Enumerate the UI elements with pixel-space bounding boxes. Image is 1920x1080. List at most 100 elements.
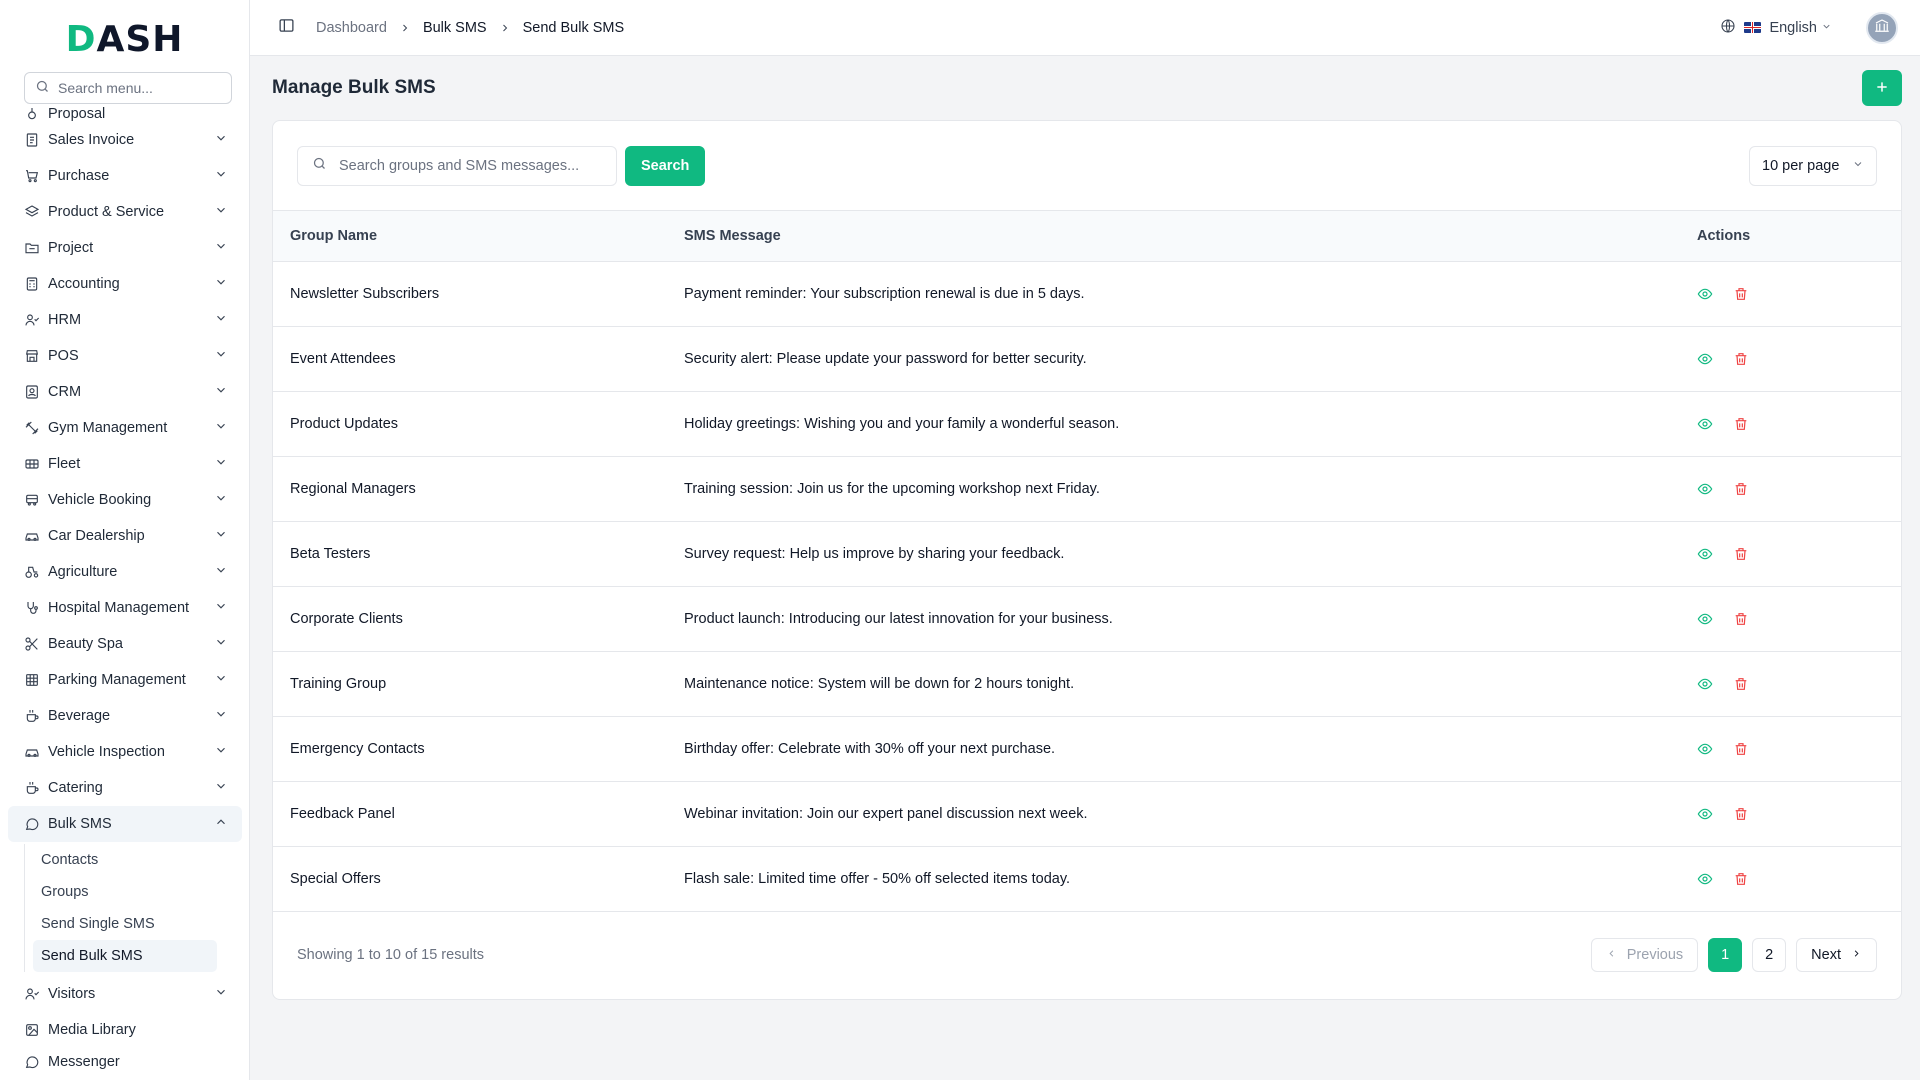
- sidebar-item-messenger[interactable]: Messenger: [8, 1048, 242, 1070]
- delete-icon[interactable]: [1733, 676, 1749, 692]
- actions-cell: [1680, 781, 1901, 846]
- submenu-item-send-bulk-sms[interactable]: Send Bulk SMS: [33, 940, 217, 972]
- sidebar-item-media-library[interactable]: Media Library: [8, 1012, 242, 1048]
- chevron-down-icon: [1852, 158, 1864, 174]
- column-group-name[interactable]: Group Name: [273, 211, 667, 262]
- chevron-down-icon: [1817, 20, 1832, 36]
- previous-page-button[interactable]: Previous: [1590, 937, 1699, 972]
- view-icon[interactable]: [1697, 676, 1713, 692]
- sidebar-item-beverage[interactable]: Beverage: [8, 698, 242, 734]
- page-header: Manage Bulk SMS: [272, 70, 1902, 106]
- breadcrumb-bulk-sms[interactable]: Bulk SMS: [423, 20, 487, 36]
- sidebar-item-hospital-management[interactable]: Hospital Management: [8, 590, 242, 626]
- view-icon[interactable]: [1697, 351, 1713, 367]
- sidebar-item-vehicle-booking[interactable]: Vehicle Booking: [8, 482, 242, 518]
- sms-message-cell: Payment reminder: Your subscription rene…: [684, 285, 1085, 302]
- view-icon[interactable]: [1697, 416, 1713, 432]
- sidebar-toggle-button[interactable]: [274, 16, 298, 40]
- sidebar-item-product-and-service[interactable]: Product & Service: [8, 194, 242, 230]
- table-row: Beta Testers Survey request: Help us impr…: [273, 521, 1901, 586]
- sidebar-item-catering[interactable]: Catering: [8, 770, 242, 806]
- delete-icon[interactable]: [1733, 286, 1749, 302]
- delete-icon[interactable]: [1733, 481, 1749, 497]
- actions-cell: [1680, 521, 1901, 586]
- sidebar-item-parking-management[interactable]: Parking Management: [8, 662, 242, 698]
- view-icon[interactable]: [1697, 806, 1713, 822]
- sidebar-search-input[interactable]: [58, 80, 218, 96]
- coffee-icon: [24, 780, 40, 796]
- sidebar-item-label: Fleet: [48, 456, 81, 472]
- image-icon: [24, 1022, 40, 1038]
- sms-message-cell: Holiday greetings: Wishing you and your …: [684, 415, 1120, 432]
- chevron-down-icon: [214, 743, 228, 761]
- delete-icon[interactable]: [1733, 546, 1749, 562]
- sidebar-item-visitors[interactable]: Visitors: [8, 976, 242, 1012]
- sidebar-item-purchase[interactable]: Purchase: [8, 158, 242, 194]
- bulk-sms-table: Group Name SMS Message Actions Newslette…: [273, 211, 1901, 912]
- actions-cell: [1680, 651, 1901, 716]
- next-page-button[interactable]: Next: [1796, 937, 1877, 972]
- submenu-item-send-single-sms[interactable]: Send Single SMS: [33, 908, 217, 940]
- sidebar-item-label: Car Dealership: [48, 528, 145, 544]
- per-page-select[interactable]: 10 per page: [1749, 145, 1877, 186]
- group-name-cell: Feedback Panel: [290, 805, 395, 822]
- sidebar-item-bulk-sms[interactable]: Bulk SMS: [8, 806, 242, 842]
- contact-card-icon: [24, 384, 40, 400]
- sidebar-item-agriculture[interactable]: Agriculture: [8, 554, 242, 590]
- table-row: Event Attendees Security alert: Please up…: [273, 326, 1901, 391]
- delete-icon[interactable]: [1733, 741, 1749, 757]
- sidebar-item-vehicle-inspection[interactable]: Vehicle Inspection: [8, 734, 242, 770]
- delete-icon[interactable]: [1733, 611, 1749, 627]
- user-avatar[interactable]: [1866, 11, 1898, 44]
- column-sms-message[interactable]: SMS Message: [667, 211, 1680, 262]
- view-icon[interactable]: [1697, 611, 1713, 627]
- sidebar-item-sales-invoice[interactable]: Sales Invoice: [8, 122, 242, 158]
- add-button[interactable]: [1862, 70, 1902, 106]
- chevron-down-icon: [214, 527, 228, 545]
- chevron-down-icon: [214, 275, 228, 293]
- language-selector[interactable]: English: [1720, 18, 1832, 38]
- sidebar-item-pos[interactable]: POS: [8, 338, 242, 374]
- submenu-item-contacts[interactable]: Contacts: [33, 844, 217, 876]
- group-name-cell: Newsletter Subscribers: [290, 285, 440, 302]
- sidebar-item-label: Bulk SMS: [48, 816, 112, 832]
- delete-icon[interactable]: [1733, 351, 1749, 367]
- chevron-right-icon: [1841, 947, 1862, 963]
- view-icon[interactable]: [1697, 741, 1713, 757]
- submenu-item-groups[interactable]: Groups: [33, 876, 217, 908]
- page-1-button[interactable]: 1: [1708, 937, 1743, 972]
- delete-icon[interactable]: [1733, 806, 1749, 822]
- sidebar-item-car-dealership[interactable]: Car Dealership: [8, 518, 242, 554]
- page-2-button[interactable]: 2: [1752, 937, 1787, 972]
- sidebar-item-fleet[interactable]: Fleet: [8, 446, 242, 482]
- main-area: Dashboard Bulk SMS Send Bulk SMS English: [250, 0, 1920, 1080]
- sidebar-item-project[interactable]: Project: [8, 230, 242, 266]
- view-icon[interactable]: [1697, 871, 1713, 887]
- chevron-down-icon: [214, 239, 228, 257]
- table-search-input[interactable]: [339, 157, 609, 174]
- delete-icon[interactable]: [1733, 416, 1749, 432]
- coffee-icon: [24, 708, 40, 724]
- chevron-down-icon: [214, 347, 228, 365]
- chevron-down-icon: [214, 203, 228, 221]
- sidebar-item-hrm[interactable]: HRM: [8, 302, 242, 338]
- chevron-down-icon: [214, 491, 228, 509]
- search-button[interactable]: Search: [625, 145, 706, 186]
- view-icon[interactable]: [1697, 286, 1713, 302]
- sidebar-item-label: Catering: [48, 780, 103, 796]
- breadcrumb-send-bulk-sms: Send Bulk SMS: [522, 19, 625, 36]
- group-name-cell: Training Group: [290, 675, 387, 692]
- delete-icon[interactable]: [1733, 871, 1749, 887]
- sidebar-item-beauty-spa[interactable]: Beauty Spa: [8, 626, 242, 662]
- brand-logo[interactable]: D ASH: [0, 0, 249, 78]
- view-icon[interactable]: [1697, 546, 1713, 562]
- bulk-sms-card: Search 10 per page Group Name SMS Messag…: [272, 120, 1902, 1000]
- sidebar-item-accounting[interactable]: Accounting: [8, 266, 242, 302]
- breadcrumb-dashboard[interactable]: Dashboard: [316, 20, 387, 36]
- sidebar-item-gym-management[interactable]: Gym Management: [8, 410, 242, 446]
- sidebar-item-label: Hospital Management: [48, 600, 190, 616]
- table-row: Product Updates Holiday greetings: Wishin…: [273, 391, 1901, 456]
- view-icon[interactable]: [1697, 481, 1713, 497]
- chevron-up-icon: [214, 815, 228, 833]
- sidebar-item-crm[interactable]: CRM: [8, 374, 242, 410]
